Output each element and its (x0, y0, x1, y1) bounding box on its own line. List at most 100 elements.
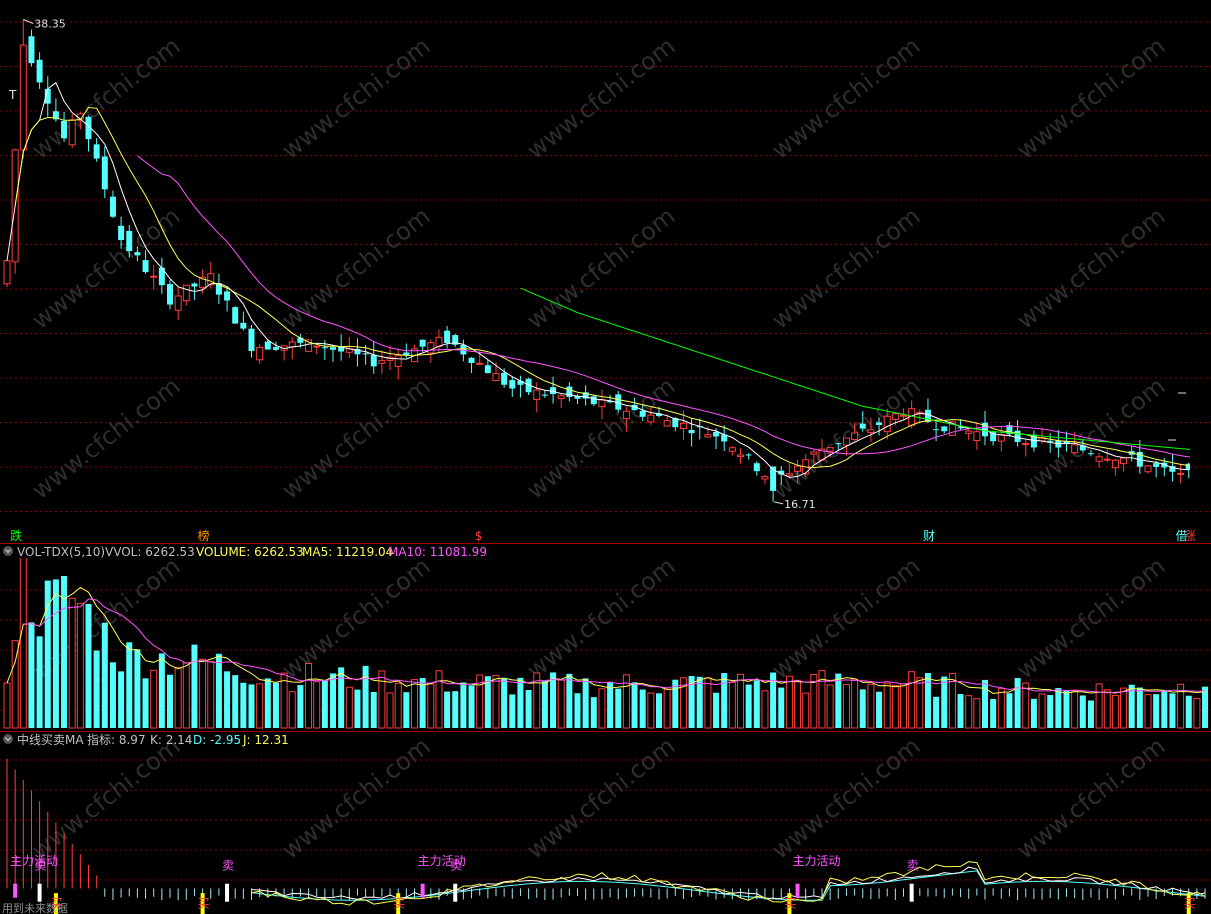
volume-bar (362, 665, 369, 728)
candle-body (509, 380, 516, 389)
zhibiao-label: 指标: 8.97 (87, 732, 146, 747)
candle-body (182, 284, 190, 302)
volume-bar (232, 675, 239, 728)
stock-chart[interactable]: www.cfchi.com www.cfchi.com www.cfchi.com w… (0, 0, 1211, 914)
candle-body (1095, 456, 1103, 462)
candle-body (174, 295, 182, 311)
candle-body (118, 225, 125, 241)
volume-bar (76, 602, 84, 729)
volume-bar (541, 680, 548, 728)
volume-bar (85, 603, 92, 728)
candle-body (19, 44, 27, 151)
volume-bar (1087, 700, 1094, 728)
volume-bar (607, 682, 614, 728)
candle-body (126, 230, 133, 252)
volume-bar (802, 692, 810, 729)
candle-body (1022, 443, 1030, 446)
volume-bar (525, 690, 532, 728)
volume-bar (973, 698, 981, 729)
volume-bar (908, 671, 916, 729)
candle-body (3, 260, 11, 285)
volume-bar (990, 699, 997, 728)
volume-panel[interactable] (3, 549, 1209, 729)
j-label: J: 12.31 (242, 733, 289, 747)
signal-tag: 卖 (222, 859, 234, 873)
candle-body (36, 59, 43, 83)
event-marker: $ (475, 529, 483, 543)
main-force-bar (420, 883, 425, 898)
candle-body (557, 395, 565, 400)
candle-body (965, 430, 973, 434)
volume-bar (191, 644, 198, 728)
volume-bar (345, 686, 353, 729)
volume-bar (1136, 687, 1143, 728)
candle-body (394, 355, 402, 367)
sell-signal-bar (453, 883, 458, 902)
candle-body (101, 156, 108, 190)
volume-bar (3, 682, 11, 729)
candle-body (207, 273, 215, 286)
signal-tag: 买 (1184, 896, 1196, 910)
candle-body (61, 120, 68, 139)
volume-bar (386, 692, 394, 729)
volume-bar (1161, 690, 1168, 728)
watermark-text: www.cfchi.com (276, 552, 435, 685)
candle-body (288, 341, 296, 348)
watermark-text: www.cfchi.com (26, 372, 185, 505)
volume-bar (867, 683, 875, 729)
volume-bar (566, 673, 573, 728)
volume-bar (484, 676, 491, 728)
volume-bar (851, 678, 859, 729)
indicator-name: 中线买卖MA (17, 732, 84, 747)
candle-body (785, 473, 793, 476)
volume-bar (778, 687, 785, 728)
volume-bar (403, 692, 410, 728)
volume-bar (444, 691, 451, 728)
volume-bar (101, 622, 108, 728)
candle-body (224, 291, 231, 301)
candle-body (484, 365, 491, 374)
volume-bar (435, 670, 443, 729)
volume-bar (1047, 695, 1054, 728)
volume-bar (248, 684, 255, 728)
k-label: K: 2.14 (150, 733, 192, 747)
volume-bar (288, 691, 296, 729)
volume-bar (997, 688, 1005, 729)
volume-bar (338, 667, 345, 728)
candle-body (876, 422, 883, 426)
candle-body (533, 389, 541, 401)
volume-bar (916, 677, 924, 729)
volume-bar (1153, 694, 1160, 728)
candle-body (256, 346, 264, 361)
candle-body (590, 396, 597, 405)
volume-bar (876, 691, 883, 728)
volume-bar (557, 679, 565, 729)
volume-bar (1022, 682, 1030, 729)
watermark-text: www.cfchi.com (766, 552, 925, 685)
volume-bar (933, 696, 940, 728)
collapse-icon[interactable] (3, 734, 13, 744)
candle-body (232, 307, 239, 324)
candle-body (240, 322, 247, 329)
collapse-icon[interactable] (3, 546, 13, 556)
volume-bar (142, 678, 149, 728)
candle-body (1153, 463, 1160, 467)
candle-body (794, 465, 802, 472)
volume-bar (509, 694, 516, 728)
watermark-text: www.cfchi.com (521, 732, 680, 865)
signal-tag: 买 (393, 896, 405, 910)
candle-body (842, 437, 850, 446)
volume-bar (826, 684, 834, 729)
candle-body (68, 119, 76, 146)
candle-body (1202, 440, 1208, 454)
watermark-text: www.cfchi.com (521, 32, 680, 165)
candle-body (541, 394, 548, 396)
watermark-text: www.cfchi.com (1011, 552, 1170, 685)
flag-label: T (8, 88, 17, 102)
volume-bar (264, 678, 271, 728)
volume-bar (126, 642, 133, 728)
candle-body (362, 353, 369, 355)
volume-bar (842, 684, 850, 729)
candle-body (745, 454, 752, 456)
volume-bar (378, 670, 386, 729)
